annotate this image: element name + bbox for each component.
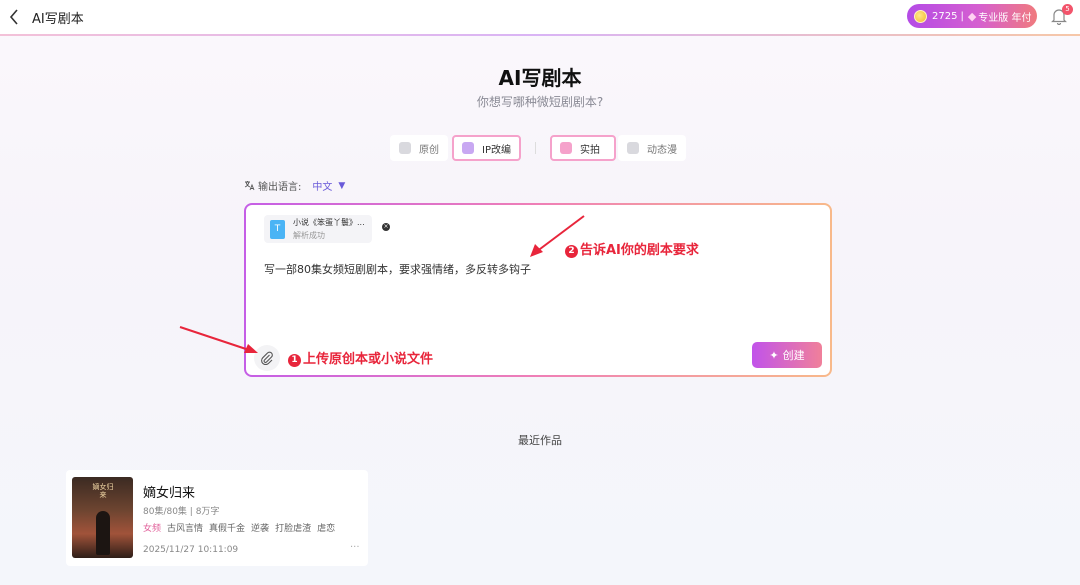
- notification-badge: 5: [1062, 4, 1073, 15]
- work-date: 2025/11/27 10:11:09: [143, 545, 239, 555]
- annotation-upload: 1 上传原创本或小说文件: [288, 348, 433, 367]
- arrow-to-attach: [179, 326, 253, 352]
- paperclip-icon: [261, 351, 273, 365]
- translate-icon: [244, 181, 255, 191]
- work-tags: 女频 古风言情 真假千金 逆袭 打脸虐渣 虐恋: [143, 521, 341, 534]
- cover-figure: [96, 511, 110, 555]
- work-tag: 虐恋: [317, 524, 336, 534]
- create-button[interactable]: ✦ 创建: [752, 342, 822, 368]
- credits-plan-badge[interactable]: 2725 | ◆ 专业版 年付: [907, 4, 1037, 28]
- tab-original[interactable]: 原创: [390, 135, 448, 161]
- tab-live-action[interactable]: 实拍: [549, 135, 616, 161]
- back-button[interactable]: [4, 6, 24, 28]
- diamond-icon: ◆: [967, 9, 977, 23]
- output-language-label: 输出语言:: [258, 182, 302, 193]
- mode-tabs: 原创 IP改编 实拍 动态漫: [390, 135, 686, 161]
- file-name: 小说《笨蛋丫鬟》...: [293, 218, 365, 227]
- work-tag: 打脸虐渣: [275, 524, 312, 534]
- annotation-number-2: 2: [565, 245, 578, 258]
- work-tag: 真假千金: [209, 524, 246, 534]
- credit-separator: |: [960, 10, 964, 22]
- caret-down-icon[interactable]: ▼: [338, 181, 345, 191]
- header-gradient-divider: [0, 34, 1080, 36]
- page-subtitle: 你想写哪种微短剧剧本?: [476, 95, 604, 109]
- work-tag: 女频: [143, 524, 162, 534]
- plan-label: 专业版 年付: [978, 12, 1032, 24]
- recent-work-card[interactable]: 嫡女归来 嫡女归来 80集/80集 | 8万字 女频 古风言情 真假千金 逆袭 …: [66, 470, 368, 566]
- work-tag: 逆袭: [251, 524, 270, 534]
- animation-icon: [626, 142, 639, 154]
- tab-ip-adapt[interactable]: IP改编: [452, 135, 521, 161]
- work-cover-image: 嫡女归来: [72, 477, 133, 558]
- mode-divider: [534, 142, 536, 154]
- work-meta: 80集/80集 | 8万字: [143, 507, 220, 517]
- tab-ip-adapt-label: IP改编: [482, 144, 511, 156]
- chevron-left-icon: [9, 9, 18, 25]
- text-file-icon: T: [270, 219, 285, 239]
- more-options-button[interactable]: ···: [350, 542, 360, 553]
- file-status: 解析成功: [293, 231, 325, 240]
- book-icon: [462, 142, 474, 154]
- uploaded-file-chip[interactable]: T 小说《笨蛋丫鬟》... 解析成功 ×: [264, 215, 390, 243]
- doc-icon: [399, 142, 411, 154]
- page-title: AI写剧本: [498, 66, 582, 90]
- attach-file-button[interactable]: [254, 345, 280, 371]
- coin-icon: [914, 9, 927, 23]
- tab-live-action-label: 实拍: [579, 144, 600, 156]
- app-title: AI写剧本: [32, 12, 84, 27]
- prompt-input[interactable]: 写一部80集女频短剧剧本，要求强情绪，多反转多钩子: [264, 261, 531, 277]
- remove-file-icon[interactable]: ×: [382, 223, 390, 231]
- annotation-requirements-text: 告诉AI你的剧本要求: [580, 243, 699, 258]
- work-tag: 古风言情: [167, 524, 204, 534]
- tab-original-label: 原创: [419, 144, 439, 156]
- annotation-upload-text: 上传原创本或小说文件: [303, 352, 434, 367]
- tab-animation-label: 动态漫: [646, 144, 677, 156]
- sparkle-icon: ✦: [769, 348, 779, 362]
- camera-person-icon: [559, 142, 572, 154]
- work-title: 嫡女归来: [143, 486, 196, 501]
- annotation-number-1: 1: [288, 354, 301, 367]
- top-bar: AI写剧本 2725 | ◆ 专业版 年付 5: [0, 0, 1080, 34]
- tab-animation[interactable]: 动态漫: [617, 135, 686, 161]
- output-language-row: 输出语言: 中文 ▼: [244, 178, 345, 193]
- create-label: 创建: [782, 349, 805, 362]
- language-select[interactable]: 中文: [312, 178, 332, 193]
- annotation-requirements: 2 告诉AI你的剧本要求: [565, 239, 699, 258]
- recent-works-title: 最近作品: [518, 434, 562, 447]
- credit-count: 2725: [932, 10, 958, 22]
- cover-title: 嫡女归来: [92, 483, 114, 499]
